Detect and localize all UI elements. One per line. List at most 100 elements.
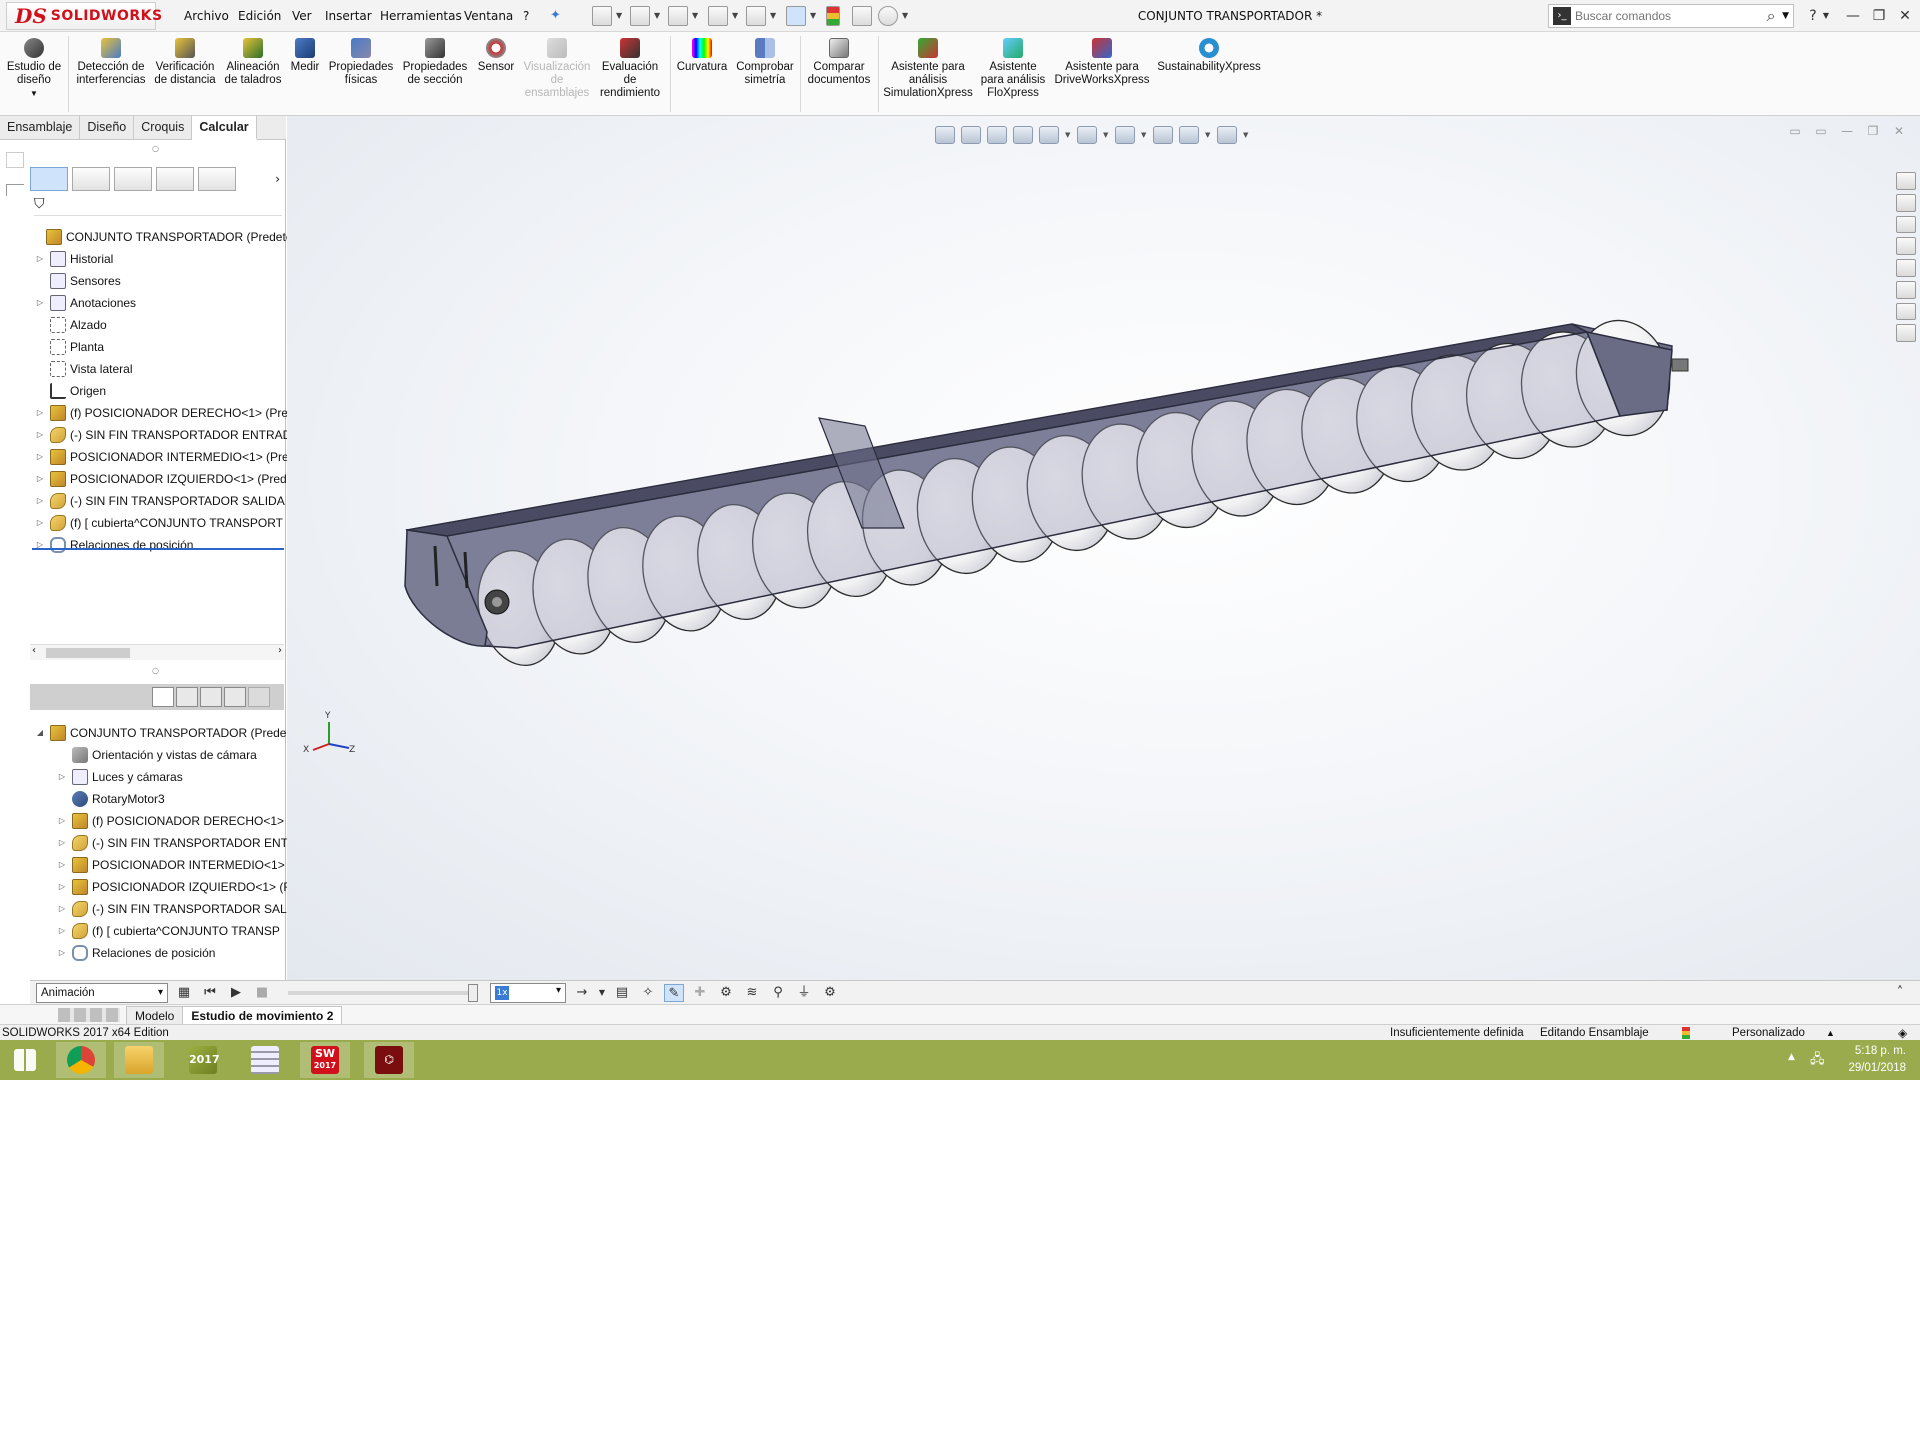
taskbar-solidworks[interactable]: SW 2017 [300, 1042, 350, 1078]
slider-knob[interactable] [468, 983, 478, 1002]
feature-tree-item[interactable]: Planta [34, 336, 104, 358]
propertymanager-tab[interactable] [72, 167, 110, 191]
chevron-down-icon[interactable]: ▼ [616, 8, 624, 24]
chevron-right-icon[interactable]: ▷ [56, 854, 68, 876]
feature-tree-root[interactable]: CONJUNTO TRANSPORTADOR (Predeterm [30, 226, 306, 248]
chevron-up-icon[interactable]: ▲ [1826, 1025, 1835, 1041]
feature-tree-item[interactable]: ▷ (f) POSICIONADOR DERECHO<1> (Pre [34, 402, 288, 424]
driveworksxpress-button[interactable]: Asistente para DriveWorksXpress [1052, 38, 1152, 87]
simulationxpress-button[interactable]: Asistente para análisis SimulationXpress [880, 38, 976, 100]
gear-icon[interactable] [878, 6, 898, 26]
gravity-icon[interactable]: ⏚ [794, 984, 814, 1002]
feature-tree-item[interactable]: Sensores [34, 270, 121, 292]
menu-herramientas[interactable]: Herramientas [378, 0, 464, 32]
feature-tree-item[interactable]: ▷ Relaciones de posición [34, 534, 193, 556]
measure-button[interactable]: Medir [288, 38, 322, 74]
motion-tree-item[interactable]: ▷ POSICIONADOR INTERMEDIO<1> [56, 854, 285, 876]
playback-mode-icon[interactable]: → [572, 984, 592, 1002]
rebuild-traffic-light-icon[interactable] [826, 6, 840, 26]
collapse-motion-manager-icon[interactable]: ˄ [1890, 984, 1910, 1002]
contact-icon[interactable]: ⚲ [768, 984, 788, 1002]
chevron-right-icon[interactable]: ▷ [56, 810, 68, 832]
solidworks-logo[interactable]: DS SOLIDWORKS [6, 2, 162, 30]
horizontal-scrollbar[interactable]: ‹ › [30, 644, 284, 660]
menu-insertar[interactable]: Insertar [323, 0, 374, 32]
scroll-right-icon[interactable]: › [278, 645, 282, 656]
tree-filter-bar[interactable]: ⛉ [34, 196, 282, 216]
network-icon[interactable]: 🖧 [1810, 1050, 1825, 1072]
new-document-icon[interactable] [592, 6, 612, 26]
screw-conveyor-model[interactable]: Y X Z [287, 116, 1920, 980]
chevron-down-icon[interactable]: ▼ [598, 984, 606, 1002]
feature-tree-item[interactable]: ▷ POSICIONADOR IZQUIERDO<1> (Predi [34, 468, 289, 490]
filter-icon[interactable]: ⛉ [34, 196, 45, 212]
chevron-right-icon[interactable]: ▷ [56, 942, 68, 964]
sensor-button[interactable]: Sensor [474, 38, 518, 74]
filter-animated-icon[interactable] [152, 687, 174, 707]
interference-button[interactable]: Detección de interferencias [74, 38, 148, 87]
units-status[interactable]: Personalizado [1732, 1025, 1805, 1041]
hole-alignment-button[interactable]: Alineación de taladros [222, 38, 284, 87]
featuremanager-tree-tab[interactable] [30, 167, 68, 191]
collapse-panel-icon[interactable] [6, 184, 24, 196]
compare-documents-button[interactable]: Comparar documentos [804, 38, 874, 87]
tab-estudio-movimiento-2[interactable]: Estudio de movimiento 2 [182, 1005, 343, 1024]
playback-speed-select[interactable]: 1x [490, 982, 566, 1003]
filter-selected-icon[interactable] [200, 687, 222, 707]
autokey-icon[interactable]: ✎ [664, 983, 684, 1002]
mass-properties-button[interactable]: Propiedades físicas [326, 38, 396, 87]
file-properties-icon[interactable] [852, 6, 872, 26]
save-animation-icon[interactable]: ▤ [612, 984, 632, 1002]
search-icon[interactable]: ⌕ [1760, 6, 1782, 26]
select-arrow-icon[interactable] [786, 6, 806, 26]
taskbar-calculator[interactable] [240, 1042, 290, 1078]
spring-icon[interactable]: ≋ [742, 984, 762, 1002]
chevron-right-icon[interactable]: ▷ [34, 424, 46, 446]
menu-ver[interactable]: Ver [290, 0, 314, 32]
undo-icon[interactable] [746, 6, 766, 26]
tab-scroll-arrows[interactable] [58, 1007, 120, 1022]
motion-tree-item[interactable]: ▷ (f) [ cubierta^CONJUNTO TRANSP [56, 920, 280, 942]
chevron-down-icon[interactable]: ▼ [902, 8, 910, 24]
chevron-down-icon[interactable]: ▼ [692, 8, 700, 24]
animation-wizard-icon[interactable]: ✧ [638, 984, 658, 1002]
feature-tree-item[interactable]: Origen [34, 380, 106, 402]
splitter-dot-icon[interactable]: ○ [152, 666, 159, 675]
feature-tree-item[interactable]: ▷ (-) SIN FIN TRANSPORTADOR SALIDA [34, 490, 285, 512]
graphics-area[interactable]: ▼ ▼ ▼ ▼ ▼ ▭ ▭ — ❐ ✕ Y X Z [287, 116, 1920, 980]
search-input[interactable] [1575, 9, 1761, 23]
search-box[interactable]: ›_ ⌕ ▼ [1548, 4, 1794, 28]
motion-tree-item[interactable]: ▷ (-) SIN FIN TRANSPORTADOR SAL [56, 898, 287, 920]
taskbar-acrobat[interactable]: ⌬ [364, 1042, 414, 1078]
tab-modelo[interactable]: Modelo [126, 1005, 184, 1024]
design-study-button[interactable]: Estudio de diseño ▼ [6, 38, 62, 100]
motion-tree-item[interactable]: ▷ (-) SIN FIN TRANSPORTADOR ENT [56, 832, 288, 854]
chevron-right-icon[interactable]: ▷ [56, 898, 68, 920]
motion-tree-item[interactable]: ▷ (f) POSICIONADOR DERECHO<1> [56, 810, 284, 832]
chevron-down-icon[interactable]: ▼ [732, 8, 740, 24]
minimize-icon[interactable]: — [1840, 4, 1866, 28]
chevron-down-icon[interactable]: ◢ [34, 722, 46, 744]
curvature-button[interactable]: Curvatura [674, 38, 730, 74]
taskbar-file-explorer[interactable] [114, 1042, 164, 1078]
section-properties-button[interactable]: Propiedades de sección [400, 38, 470, 87]
print-icon[interactable] [708, 6, 728, 26]
study-type-select[interactable]: Animación [36, 982, 168, 1003]
dimxpert-tab[interactable] [156, 167, 194, 191]
pin-icon[interactable]: ✦ [550, 8, 561, 23]
motor-icon[interactable]: ⚙ [716, 984, 736, 1002]
autofit-icon[interactable] [248, 687, 270, 707]
motion-tree-item[interactable]: ▷ Luces y cámaras [56, 766, 183, 788]
filter-driving-icon[interactable] [176, 687, 198, 707]
clearance-button[interactable]: Verificación de distancia [152, 38, 218, 87]
feature-tree-item[interactable]: Vista lateral [34, 358, 132, 380]
chevron-right-icon[interactable]: ▷ [34, 534, 46, 556]
chevron-down-icon[interactable]: ▼ [1782, 11, 1793, 21]
chevron-right-icon[interactable]: › [275, 172, 284, 186]
feature-tree-item[interactable]: ▷ (f) [ cubierta^CONJUNTO TRANSPORT [34, 512, 283, 534]
stop-icon[interactable]: ■ [252, 984, 272, 1002]
chevron-down-icon[interactable]: ▼ [654, 8, 662, 24]
display-manager-tab[interactable] [198, 167, 236, 191]
chevron-right-icon[interactable]: ▷ [34, 292, 46, 314]
floxpress-button[interactable]: Asistente para análisis FloXpress [978, 38, 1048, 100]
